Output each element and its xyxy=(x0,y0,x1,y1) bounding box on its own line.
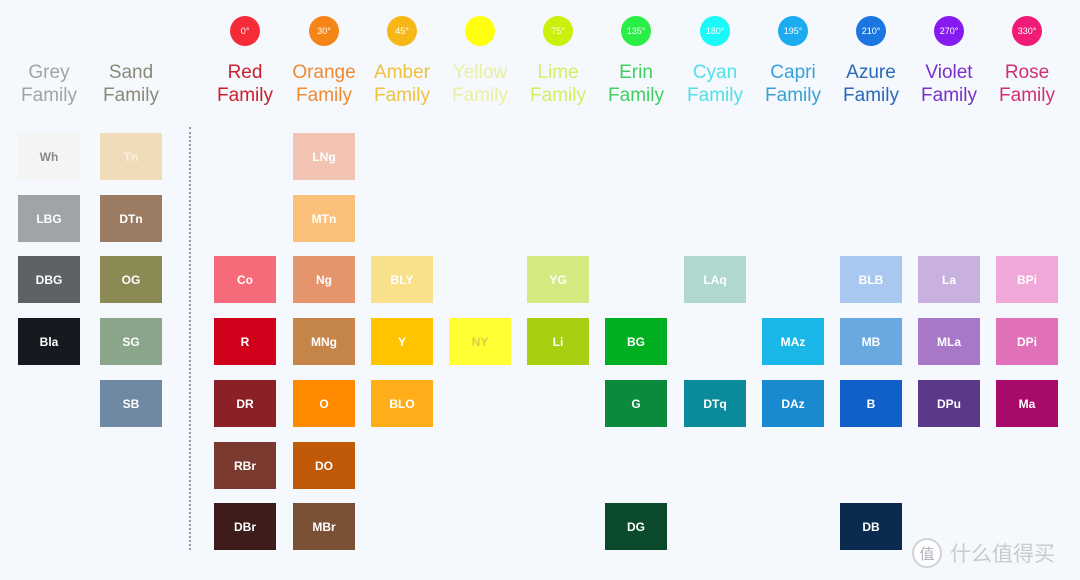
family-label-line1: Amber xyxy=(374,62,430,83)
family-label: Yellow Family xyxy=(441,61,519,107)
hue-circle: 135° xyxy=(621,16,651,46)
family-label-line2: Family xyxy=(921,85,977,106)
color-swatch-mb: MB xyxy=(840,318,902,365)
color-swatch-laq: LAq xyxy=(684,256,746,303)
hue-circle: 180° xyxy=(700,16,730,46)
family-label-line1: Lime xyxy=(537,62,579,83)
color-swatch-do: DO xyxy=(293,442,355,489)
hue-circle: 0° xyxy=(230,16,260,46)
family-label-line1: Cyan xyxy=(692,62,738,83)
color-swatch-mbr: MBr xyxy=(293,503,355,550)
color-swatch-o: O xyxy=(293,380,355,427)
color-swatch-db: DB xyxy=(840,503,902,550)
family-label-line1: Orange xyxy=(292,62,356,83)
family-label-line2: Family xyxy=(452,85,508,106)
family-label: Capri Family xyxy=(754,61,832,107)
color-swatch-bly: BLY xyxy=(371,256,433,303)
hue-circle: 210° xyxy=(856,16,886,46)
hue-circle xyxy=(465,16,495,46)
family-label-line2: Family xyxy=(608,85,664,106)
family-label-line2: Family xyxy=(687,85,743,106)
color-swatch-y: Y xyxy=(371,318,433,365)
hue-circle: 270° xyxy=(934,16,964,46)
family-label-line2: Family xyxy=(296,85,352,106)
color-swatch-sg: SG xyxy=(100,318,162,365)
color-swatch-g: G xyxy=(605,380,667,427)
color-swatch-dtq: DTq xyxy=(684,380,746,427)
family-label-line1: Grey xyxy=(28,62,70,83)
color-swatch-ng: Ng xyxy=(293,256,355,303)
family-label-line1: Erin xyxy=(619,62,653,83)
family-label: Lime Family xyxy=(519,61,597,107)
color-swatch-ny: NY xyxy=(449,318,511,365)
hue-circle: 45° xyxy=(387,16,417,46)
color-swatch-sb: SB xyxy=(100,380,162,427)
family-label-line1: Red xyxy=(227,62,263,83)
color-swatch-blb: BLB xyxy=(840,256,902,303)
family-label: Cyan Family xyxy=(676,61,754,107)
hue-circle: 30° xyxy=(309,16,339,46)
family-label: Grey Family xyxy=(10,61,88,107)
color-swatch-dbr: DBr xyxy=(214,503,276,550)
color-swatch-blo: BLO xyxy=(371,380,433,427)
family-label: Orange Family xyxy=(285,61,363,107)
hue-circle: 75° xyxy=(543,16,573,46)
color-swatch-bg: BG xyxy=(605,318,667,365)
color-swatch-daz: DAz xyxy=(762,380,824,427)
color-swatch-wh: Wh xyxy=(18,133,80,180)
watermark-logo: 值 xyxy=(912,538,942,568)
family-label-line2: Family xyxy=(765,85,821,106)
family-label-line1: Yellow xyxy=(452,62,508,83)
family-label-line2: Family xyxy=(217,85,273,106)
color-swatch-dbg: DBG xyxy=(18,256,80,303)
color-swatch-dg: DG xyxy=(605,503,667,550)
family-label-line2: Family xyxy=(843,85,899,106)
color-swatch-co: Co xyxy=(214,256,276,303)
family-label: Violet Family xyxy=(910,61,988,107)
color-swatch-maz: MAz xyxy=(762,318,824,365)
color-swatch-mtn: MTn xyxy=(293,195,355,242)
hue-circle: 195° xyxy=(778,16,808,46)
family-label-line1: Capri xyxy=(770,62,816,83)
color-swatch-mng: MNg xyxy=(293,318,355,365)
family-label: Red Family xyxy=(206,61,284,107)
color-swatch-rbr: RBr xyxy=(214,442,276,489)
family-label: Sand Family xyxy=(92,61,170,107)
color-swatch-dpi: DPi xyxy=(996,318,1058,365)
color-swatch-tn: Tn xyxy=(100,133,162,180)
color-swatch-yg: YG xyxy=(527,256,589,303)
color-swatch-ma: Ma xyxy=(996,380,1058,427)
family-label-line2: Family xyxy=(374,85,430,106)
family-label: Azure Family xyxy=(832,61,910,107)
color-swatch-bpi: BPi xyxy=(996,256,1058,303)
dotted-divider xyxy=(189,127,191,550)
family-label: Amber Family xyxy=(363,61,441,107)
color-swatch-mla: MLa xyxy=(918,318,980,365)
watermark-text: 什么值得买 xyxy=(950,543,1055,566)
family-label: Erin Family xyxy=(597,61,675,107)
family-label-line2: Family xyxy=(103,85,159,106)
family-label-line1: Azure xyxy=(846,62,896,83)
color-swatch-lbg: LBG xyxy=(18,195,80,242)
family-label-line1: Rose xyxy=(1004,62,1050,83)
color-swatch-bla: Bla xyxy=(18,318,80,365)
hue-circle: 330° xyxy=(1012,16,1042,46)
color-swatch-dpu: DPu xyxy=(918,380,980,427)
color-swatch-la: La xyxy=(918,256,980,303)
color-swatch-li: Li xyxy=(527,318,589,365)
color-swatch-dtn: DTn xyxy=(100,195,162,242)
family-label-line2: Family xyxy=(530,85,586,106)
color-swatch-b: B xyxy=(840,380,902,427)
family-label-line2: Family xyxy=(999,85,1055,106)
color-swatch-og: OG xyxy=(100,256,162,303)
color-swatch-r: R xyxy=(214,318,276,365)
family-label: Rose Family xyxy=(988,61,1066,107)
family-label-line1: Sand xyxy=(108,62,154,83)
watermark: 值 什么值得买 xyxy=(912,538,1055,568)
family-label-line2: Family xyxy=(21,85,77,106)
family-label-line1: Violet xyxy=(925,62,973,83)
color-swatch-lng: LNg xyxy=(293,133,355,180)
color-swatch-dr: DR xyxy=(214,380,276,427)
